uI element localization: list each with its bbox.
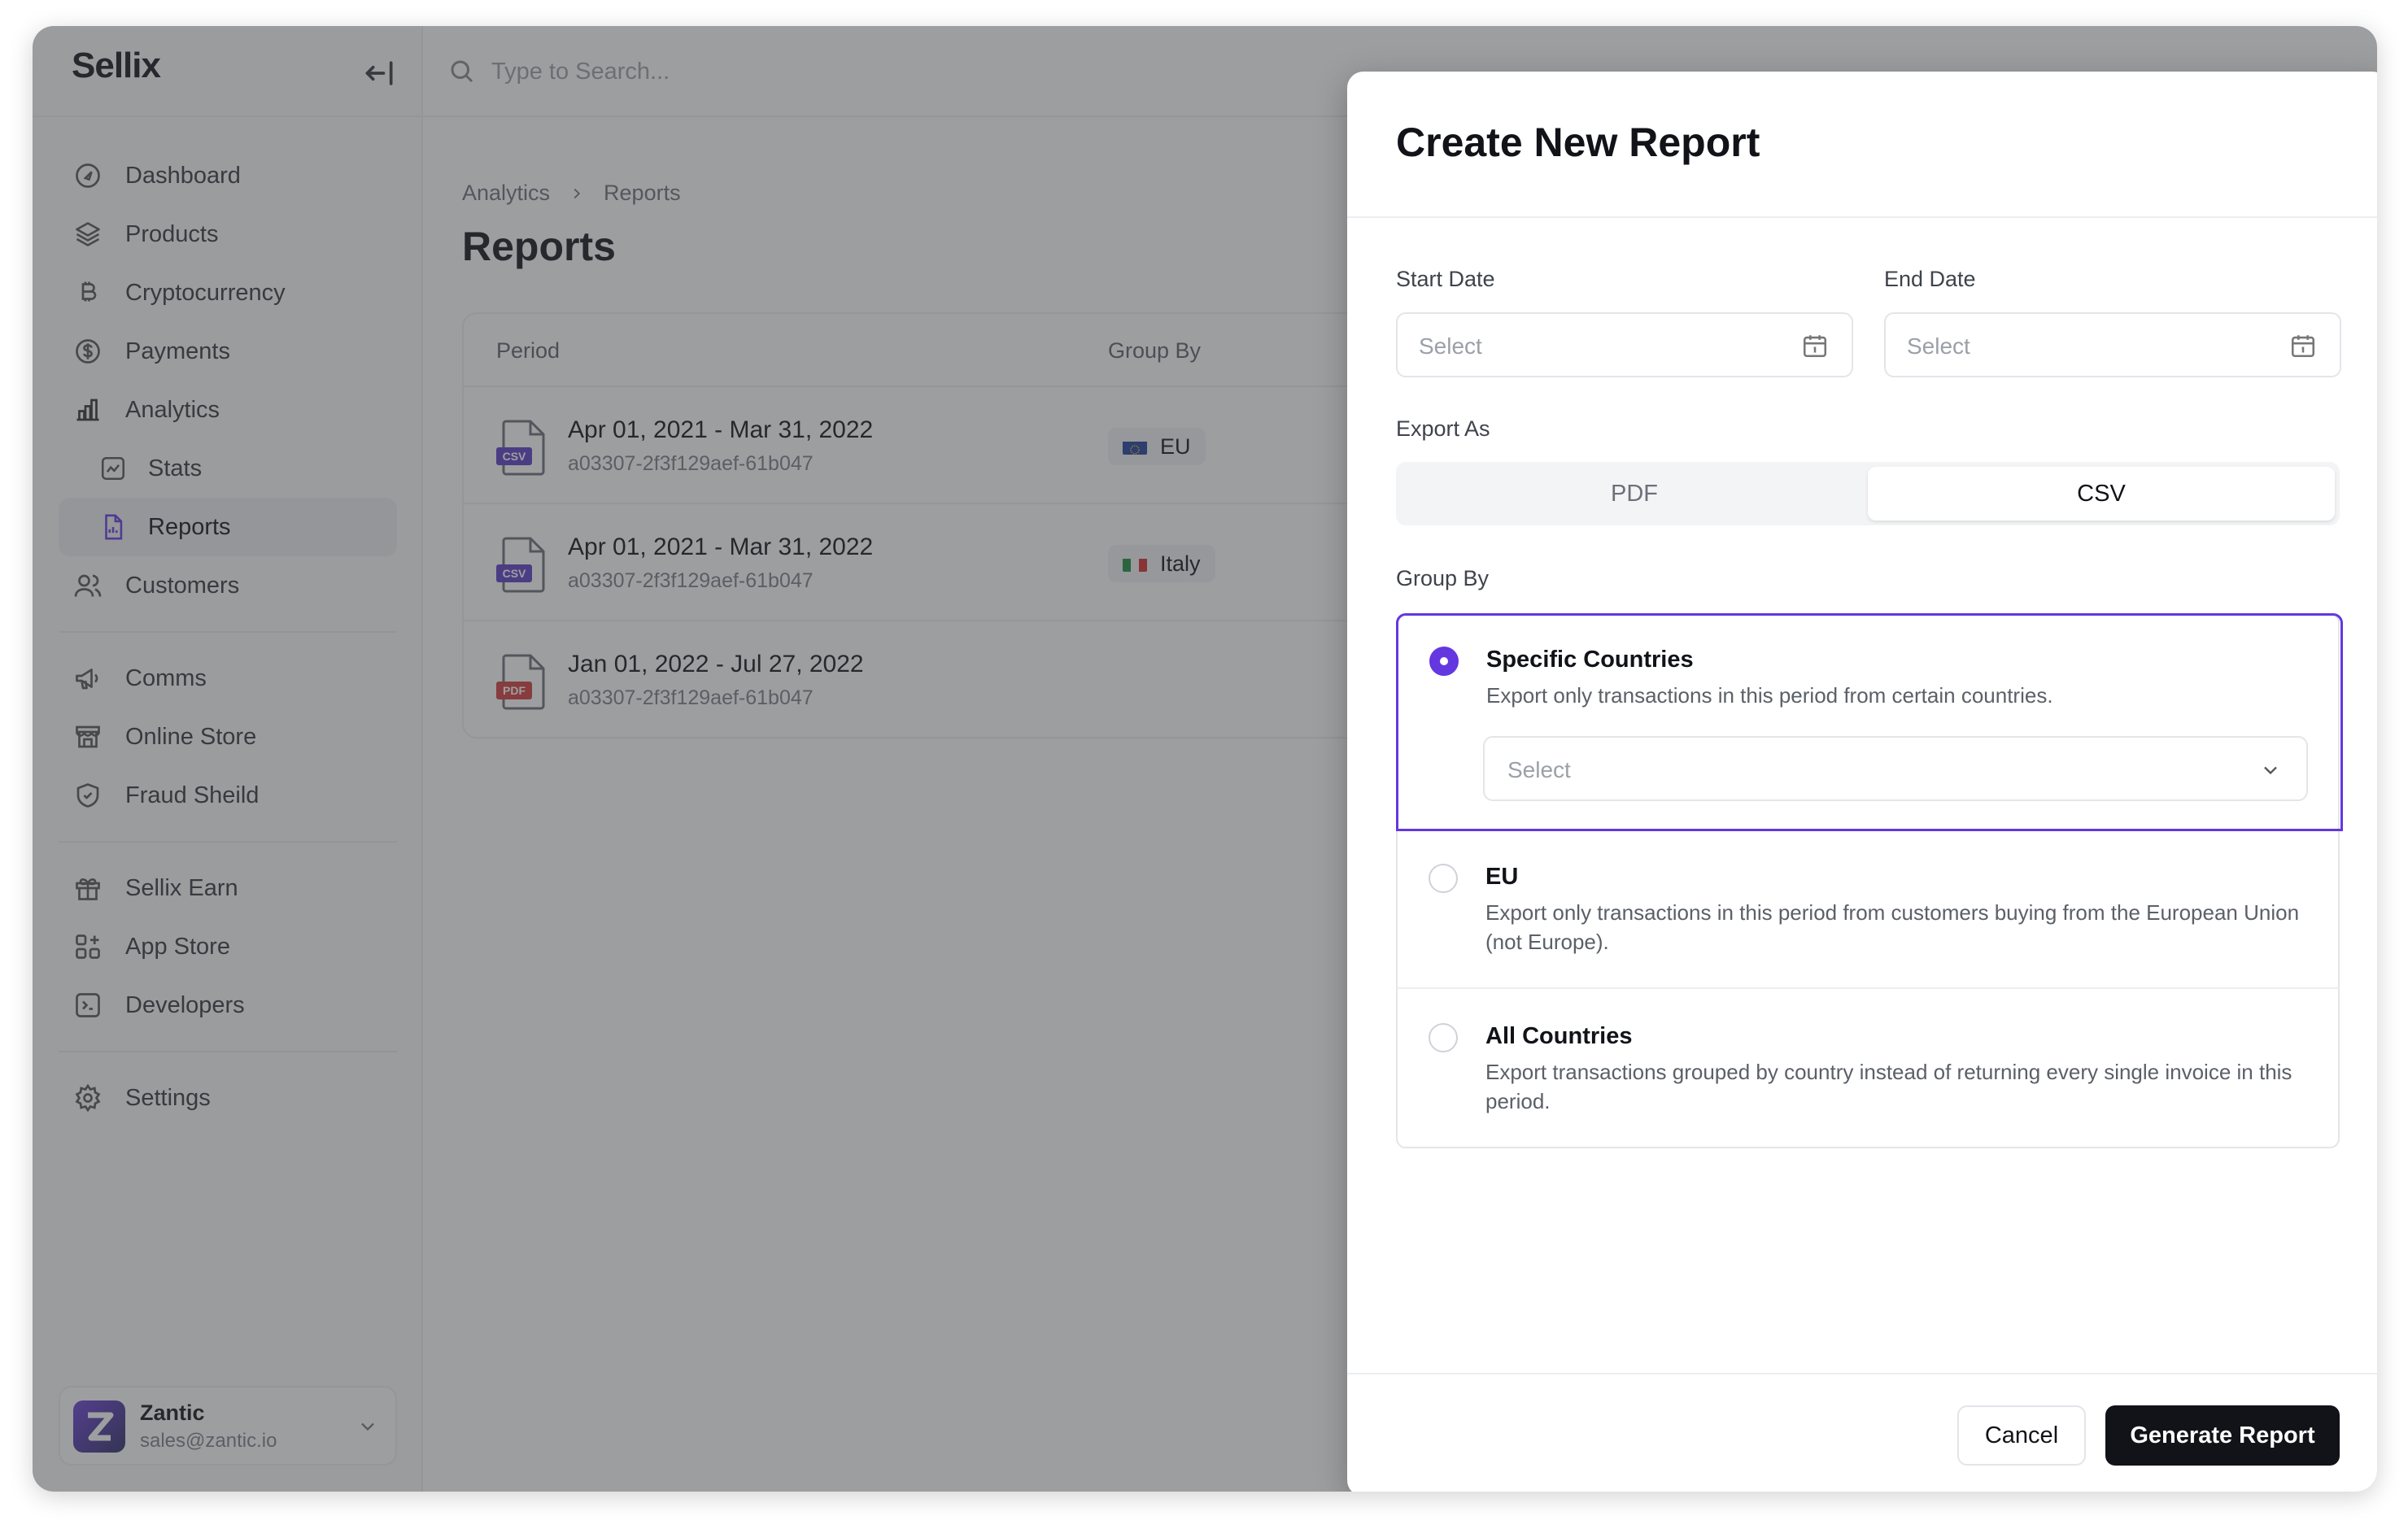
option-specific-countries[interactable]: Specific Countries Export only transacti… xyxy=(1396,613,2343,831)
group-by-options: Specific Countries Export only transacti… xyxy=(1396,613,2343,1148)
start-date-label: Start Date xyxy=(1396,267,1495,291)
country-select-placeholder: Select xyxy=(1507,757,1571,782)
option-title: All Countries xyxy=(1485,1023,1633,1049)
end-date-input[interactable]: Select xyxy=(1884,312,2341,377)
end-date-label: End Date xyxy=(1884,267,1976,291)
option-eu[interactable]: EU Export only transactions in this peri… xyxy=(1398,831,2338,989)
chevron-down-icon xyxy=(2264,766,2277,775)
option-all-countries[interactable]: All Countries Export transactions groupe… xyxy=(1398,989,2338,1148)
export-option-csv[interactable]: CSV xyxy=(1868,467,2335,521)
modal-title: Create New Report xyxy=(1396,120,1760,165)
radio-specific-countries[interactable] xyxy=(1429,647,1459,676)
generate-report-button[interactable]: Generate Report xyxy=(2105,1405,2340,1466)
export-option-pdf[interactable]: PDF xyxy=(1401,467,1868,521)
start-date-placeholder: Select xyxy=(1419,333,1482,359)
option-description: Export only transactions in this period … xyxy=(1485,900,2300,954)
modal-footer: Cancel Generate Report xyxy=(1347,1373,2377,1492)
create-report-modal: Create New Report Start Date End Date Se… xyxy=(1347,72,2377,1492)
radio-eu[interactable] xyxy=(1429,864,1458,893)
option-description: Export only transactions in this period … xyxy=(1486,683,2053,708)
calendar-icon xyxy=(2291,335,2315,358)
modal-header: Create New Report xyxy=(1347,72,2377,218)
option-title: EU xyxy=(1485,864,1519,890)
export-as-label: Export As xyxy=(1396,416,1490,441)
app-window: Sellix Dashboard Products Cryptocurrency… xyxy=(33,26,2377,1492)
calendar-icon xyxy=(1803,335,1827,358)
export-format-toggle: PDF CSV xyxy=(1396,462,2340,525)
cancel-button[interactable]: Cancel xyxy=(1957,1405,2086,1466)
country-select[interactable]: Select xyxy=(1483,736,2308,801)
end-date-placeholder: Select xyxy=(1907,333,1970,359)
group-by-label: Group By xyxy=(1396,566,1490,590)
option-title: Specific Countries xyxy=(1486,647,1694,673)
start-date-input[interactable]: Select xyxy=(1396,312,1853,377)
radio-all-countries[interactable] xyxy=(1429,1023,1458,1052)
option-description: Export transactions grouped by country i… xyxy=(1485,1060,2292,1113)
